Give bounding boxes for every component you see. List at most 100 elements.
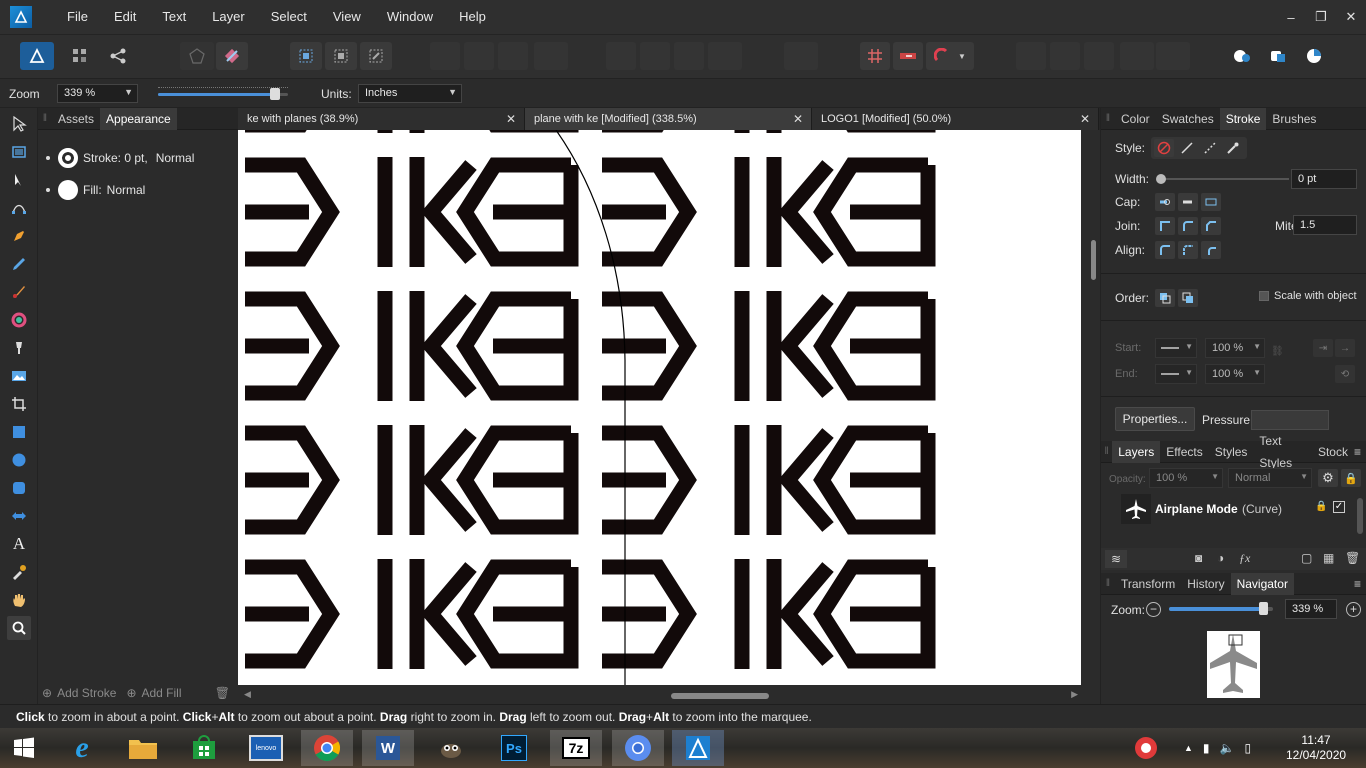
doc-tab-plane-with-ke[interactable]: plane with ke [Modified] (338.5%) ✕ (525, 108, 812, 130)
menu-help[interactable]: Help (446, 0, 499, 34)
view-tool-icon[interactable] (7, 588, 31, 612)
bevel-join-icon[interactable] (1201, 217, 1221, 235)
network-icon[interactable]: ▯ (1244, 741, 1251, 755)
tab-navigator[interactable]: Navigator (1230, 572, 1294, 595)
tab-transform[interactable]: Transform (1115, 573, 1181, 595)
adjustment-icon[interactable]: ◑ (1217, 551, 1224, 565)
fx-icon[interactable]: ƒx (1239, 551, 1250, 566)
tab-appearance[interactable]: Appearance (100, 107, 177, 130)
visibility-checkbox[interactable]: ✓ (1333, 501, 1345, 513)
grip-icon[interactable]: ‖ (1101, 108, 1115, 130)
vertical-scrollbar[interactable] (1091, 240, 1096, 280)
nav-zoom-slider[interactable] (1169, 602, 1273, 615)
flip-vertical-icon[interactable] (640, 42, 670, 70)
stroke-behind-icon[interactable] (1155, 289, 1175, 307)
no-stroke-icon[interactable] (1154, 139, 1174, 157)
align-inside-icon[interactable] (1155, 241, 1175, 259)
doc-tab-logo1[interactable]: LOGO1 [Modified] (50.0%) ✕ (812, 108, 1099, 130)
round-join-icon[interactable] (1178, 217, 1198, 235)
tray-app-icon[interactable] (1126, 730, 1166, 766)
menu-select[interactable]: Select (258, 0, 320, 34)
word-icon[interactable]: W (362, 730, 414, 766)
zoom-slider-thumb[interactable] (270, 88, 280, 100)
affinity-designer-taskbar-icon[interactable] (672, 730, 724, 766)
text-tool-icon[interactable]: A (7, 532, 31, 556)
doc-tab-ke-with-planes[interactable]: ke with planes (38.9%) ✕ (238, 108, 525, 130)
round-cap-icon[interactable] (1178, 193, 1198, 211)
gear-icon[interactable]: ⚙ (1318, 469, 1338, 487)
width-slider-thumb[interactable] (1156, 174, 1166, 184)
color-picker-tool-icon[interactable] (7, 560, 31, 584)
tab-color[interactable]: Color (1115, 108, 1156, 130)
mask-icon[interactable]: ◙ (1195, 551, 1202, 565)
opacity-field[interactable]: 100 % ▼ (1149, 468, 1223, 488)
point-transform-tool-icon[interactable] (7, 196, 31, 220)
export-persona-icon[interactable] (104, 42, 132, 70)
miter-input[interactable]: 1.5 (1293, 215, 1357, 235)
nav-zoom-thumb[interactable] (1258, 602, 1268, 615)
miter-join-icon[interactable] (1155, 217, 1175, 235)
double-arrow-tool-icon[interactable] (7, 504, 31, 528)
fill-row[interactable]: Fill: Normal (46, 180, 145, 200)
close-icon[interactable]: ✕ (1080, 108, 1090, 130)
solid-line-icon[interactable] (1177, 139, 1197, 157)
minimize-button[interactable]: – (1276, 0, 1306, 34)
zoom-out-icon[interactable]: − (1146, 602, 1161, 617)
layers-stack-icon[interactable]: ≋ (1105, 550, 1127, 568)
tab-stroke[interactable]: Stroke (1219, 107, 1267, 130)
node-tool-icon[interactable] (7, 168, 31, 192)
grid-snapping-icon[interactable] (860, 42, 890, 70)
tab-history[interactable]: History (1181, 573, 1230, 595)
place-image-tool-icon[interactable] (7, 364, 31, 388)
menu-window[interactable]: Window (374, 0, 446, 34)
arrange-forward-icon[interactable] (498, 42, 528, 70)
close-window-button[interactable]: ✕ (1336, 0, 1366, 34)
arrow-swap-start-icon[interactable]: ⇥ (1313, 339, 1333, 357)
tab-text-styles[interactable]: Text Styles (1253, 430, 1312, 474)
pencil-tool-icon[interactable] (7, 252, 31, 276)
boolean-divide-icon[interactable] (1156, 42, 1190, 70)
artboard[interactable] (238, 130, 1081, 685)
tab-stock[interactable]: Stock (1312, 441, 1354, 463)
grip-icon[interactable]: ‖ (38, 108, 52, 130)
pen-mode-icon[interactable] (180, 42, 214, 70)
grip-icon[interactable]: ‖ (1101, 573, 1115, 595)
butt-cap-icon[interactable] (1155, 193, 1175, 211)
designer-persona-button[interactable] (20, 42, 54, 70)
properties-button[interactable]: Properties... (1115, 407, 1195, 431)
swap-arrows-icon[interactable]: ⟲ (1335, 365, 1355, 383)
crop-tool-icon[interactable] (7, 392, 31, 416)
zoom-value-field[interactable]: 339 % ▼ (57, 84, 138, 103)
stroke-swatch[interactable] (58, 148, 78, 168)
layer-row[interactable]: Airplane Mode (Curve) 🔒 ✓ (1115, 493, 1355, 525)
ke-pattern-artwork[interactable] (238, 130, 1081, 685)
fill-swatch[interactable] (58, 180, 78, 200)
windows-start-icon[interactable] (0, 730, 48, 766)
arrow-swap-end-icon[interactable]: → (1335, 339, 1355, 357)
move-tool-icon[interactable] (7, 112, 31, 136)
add-layer-icon[interactable]: ▢ (1301, 551, 1312, 565)
7zip-icon[interactable]: 7z (550, 730, 602, 766)
close-icon[interactable]: ✕ (506, 108, 516, 130)
end-arrowhead-select[interactable]: ▼ (1155, 364, 1197, 384)
stroke-row[interactable]: Stroke: 0 pt, Normal (46, 148, 194, 168)
pen-tool-icon[interactable] (7, 224, 31, 248)
grip-icon[interactable]: ‖ (1101, 441, 1112, 463)
texture-line-icon[interactable] (1223, 139, 1243, 157)
rounded-rectangle-tool-icon[interactable] (7, 476, 31, 500)
vector-brush-tool-icon[interactable] (7, 280, 31, 304)
close-icon[interactable]: ✕ (793, 108, 803, 130)
arrange-backward-icon[interactable] (464, 42, 494, 70)
align-center-icon[interactable] (1178, 241, 1198, 259)
boolean-intersect-icon[interactable] (1084, 42, 1114, 70)
tab-swatches[interactable]: Swatches (1156, 108, 1220, 130)
select-transform-icon[interactable] (325, 42, 357, 70)
volume-icon[interactable]: 🔈 (1220, 741, 1235, 755)
artboard-tool-icon[interactable] (7, 140, 31, 164)
end-scale-field[interactable]: 100 % ▼ (1205, 364, 1265, 384)
boolean-xor-icon[interactable] (1120, 42, 1154, 70)
align-icon[interactable] (784, 42, 818, 70)
battery-icon[interactable]: ▮ (1203, 741, 1210, 755)
store-icon[interactable] (178, 730, 230, 766)
trash-icon[interactable]: 🗑 (1345, 551, 1360, 565)
